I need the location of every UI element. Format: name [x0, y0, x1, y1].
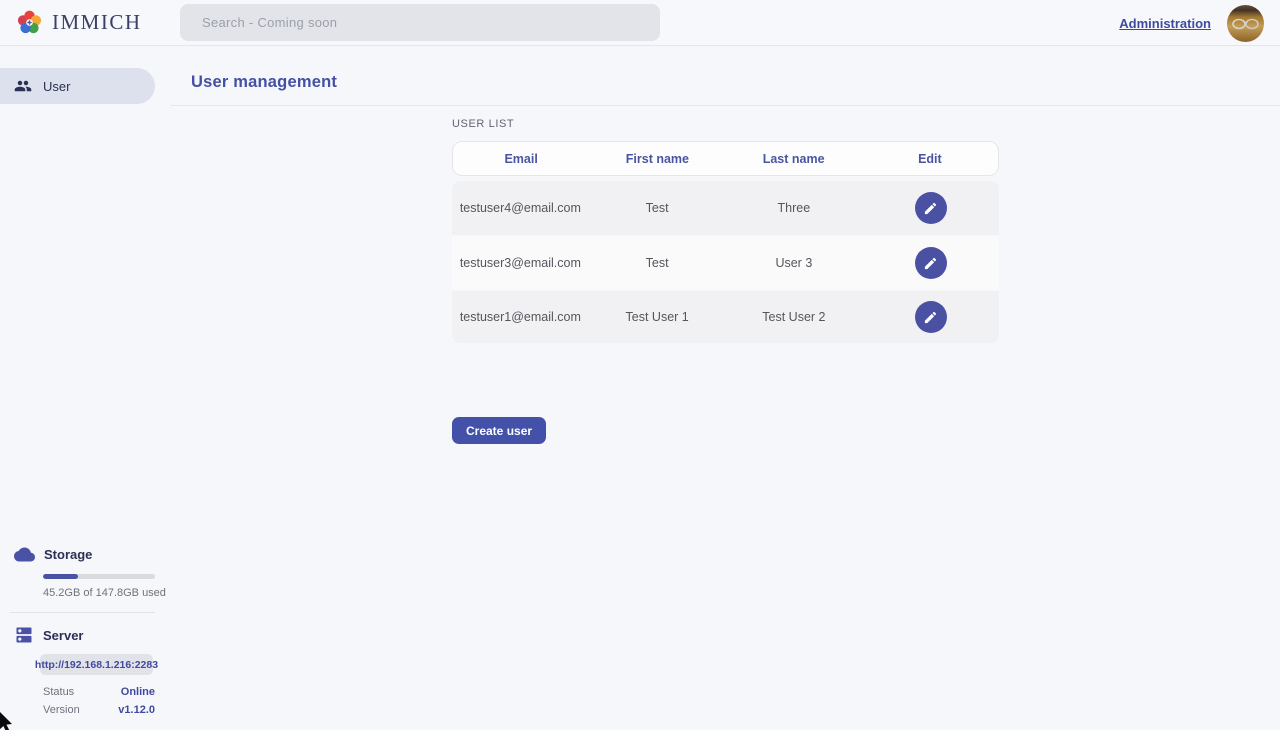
edit-user-button[interactable]	[915, 192, 947, 224]
server-url-badge: http://192.168.1.216:2283	[40, 654, 153, 675]
sidebar-footer: Storage 45.2GB of 147.8GB used Server ht…	[0, 544, 171, 730]
storage-progress-bar	[43, 574, 155, 579]
cell-email: testuser1@email.com	[452, 310, 589, 324]
immich-flower-icon	[16, 9, 43, 36]
version-label: Version	[43, 704, 80, 716]
cell-last-name: Test User 2	[726, 310, 863, 324]
server-icon	[14, 625, 34, 645]
user-avatar[interactable]	[1227, 5, 1264, 42]
main-panel: User management USER LIST Email First na…	[171, 46, 1280, 730]
table-row: testuser3@email.com Test User 3	[452, 235, 999, 289]
cell-first-name: Test	[589, 201, 726, 215]
edit-user-button[interactable]	[915, 247, 947, 279]
users-icon	[14, 77, 32, 95]
sidebar-item-label: User	[43, 79, 70, 94]
server-title: Server	[43, 628, 83, 643]
edit-user-button[interactable]	[915, 301, 947, 333]
column-header-edit: Edit	[862, 152, 998, 166]
topbar-right: Administration	[1119, 0, 1264, 46]
content-area: USER LIST Email First name Last name Edi…	[171, 106, 1280, 730]
administration-link[interactable]: Administration	[1119, 16, 1211, 31]
glasses-photo-icon	[1231, 17, 1261, 31]
server-section-header: Server	[14, 625, 171, 645]
search-input[interactable]	[180, 4, 660, 41]
user-table: Email First name Last name Edit testuser…	[452, 141, 999, 343]
cloud-icon	[14, 544, 35, 565]
table-header-row: Email First name Last name Edit	[452, 141, 999, 176]
cell-last-name: User 3	[726, 256, 863, 270]
pencil-icon	[923, 256, 938, 271]
sidebar-divider	[10, 612, 155, 613]
column-header-last-name: Last name	[726, 152, 862, 166]
table-body: testuser4@email.com Test Three t	[452, 181, 999, 343]
storage-progress-fill	[43, 574, 78, 579]
cell-email: testuser3@email.com	[452, 256, 589, 270]
cell-email: testuser4@email.com	[452, 201, 589, 215]
column-header-email: Email	[453, 152, 589, 166]
storage-usage-text: 45.2GB of 147.8GB used	[43, 587, 171, 599]
sidebar-spacer	[0, 104, 171, 544]
page-title-bar: User management	[171, 46, 1280, 106]
user-list-label: USER LIST	[452, 118, 514, 130]
storage-title: Storage	[44, 547, 92, 562]
table-row: testuser4@email.com Test Three	[452, 181, 999, 235]
cell-last-name: Three	[726, 201, 863, 215]
cell-edit	[862, 247, 999, 279]
sidebar: User Storage 45.2GB of 147.8GB used	[0, 46, 171, 730]
status-label: Status	[43, 686, 74, 698]
version-value: v1.12.0	[118, 704, 155, 716]
pencil-icon	[923, 201, 938, 216]
create-user-button[interactable]: Create user	[452, 417, 546, 444]
immich-logo: IMMICH	[16, 9, 142, 36]
logo-wordmark: IMMICH	[52, 10, 142, 35]
pencil-icon	[923, 310, 938, 325]
page-title: User management	[191, 73, 337, 92]
server-version-row: Version v1.12.0	[43, 704, 155, 716]
top-bar: IMMICH Administration	[0, 0, 1280, 46]
storage-section-header: Storage	[14, 544, 171, 565]
server-status-row: Status Online	[43, 686, 155, 698]
status-value: Online	[121, 686, 155, 698]
cell-first-name: Test User 1	[589, 310, 726, 324]
cell-edit	[862, 301, 999, 333]
table-row: testuser1@email.com Test User 1 Test Use…	[452, 289, 999, 343]
column-header-first-name: First name	[589, 152, 725, 166]
sidebar-item-user[interactable]: User	[0, 68, 155, 104]
cell-edit	[862, 192, 999, 224]
cell-first-name: Test	[589, 256, 726, 270]
